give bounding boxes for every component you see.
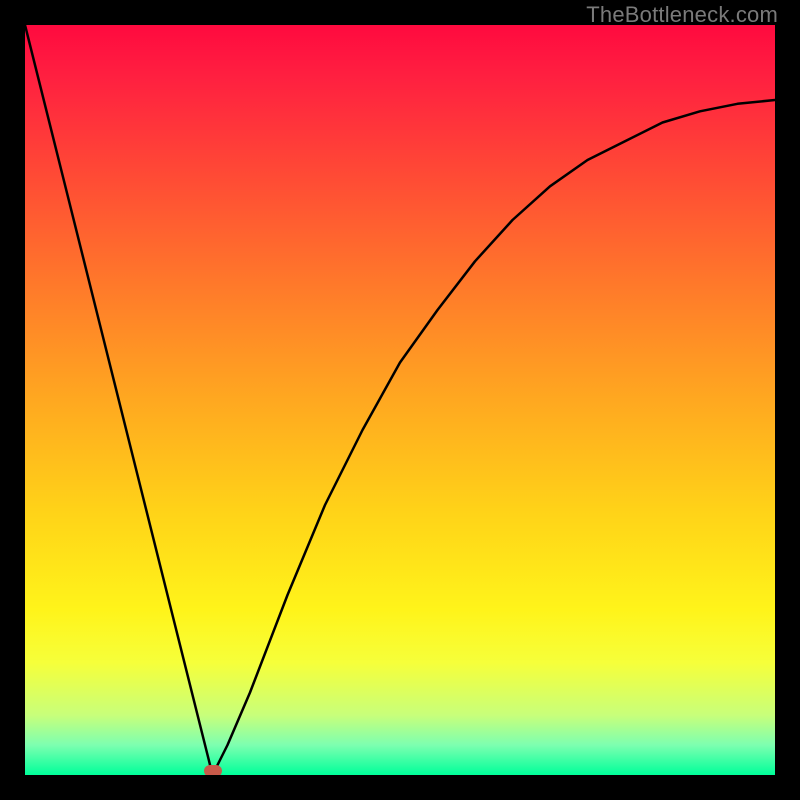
plot-area bbox=[25, 25, 775, 775]
optimum-marker-icon bbox=[204, 765, 222, 775]
curve-path bbox=[25, 25, 775, 775]
chart-frame: TheBottleneck.com bbox=[0, 0, 800, 800]
bottleneck-curve bbox=[25, 25, 775, 775]
